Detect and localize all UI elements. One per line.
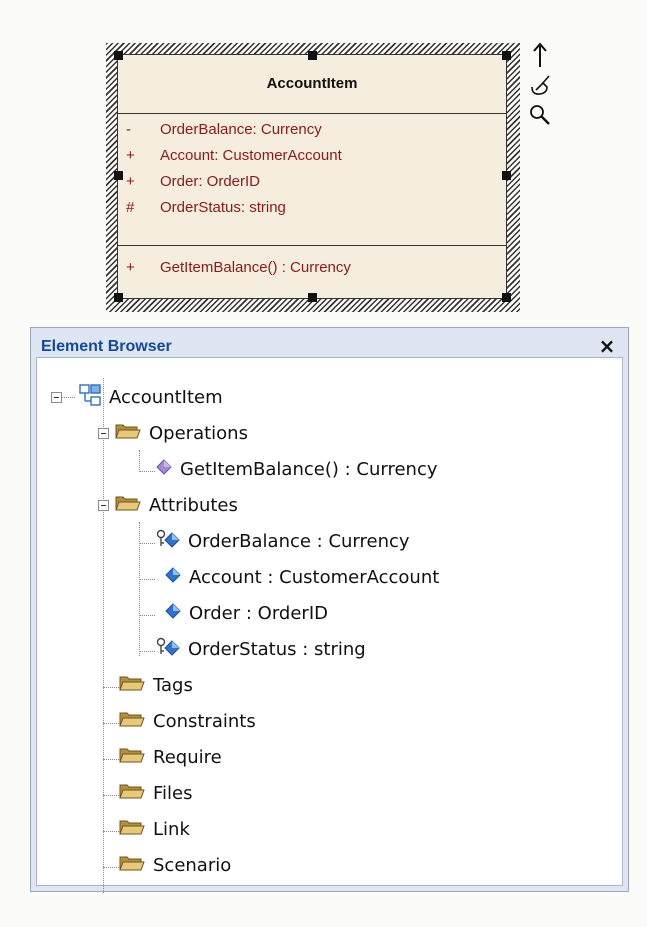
- class-name: AccountItem: [266, 75, 358, 92]
- visibility-marker: +: [126, 147, 135, 164]
- tree-item-attribute[interactable]: Order : OrderID: [165, 596, 328, 630]
- tree-item-label: AccountItem: [109, 386, 223, 408]
- folder-icon: [115, 494, 141, 517]
- visibility-marker: -: [126, 121, 131, 138]
- class-attributes: - OrderBalance: Currency + Account: Cust…: [118, 117, 506, 221]
- folder-icon: [119, 674, 145, 697]
- divider: [118, 245, 506, 246]
- visibility-marker: +: [126, 173, 135, 190]
- folder-icon: [115, 422, 141, 445]
- attribute-text: Account: CustomerAccount: [160, 147, 342, 164]
- tree-item-label: Require: [153, 746, 222, 768]
- tree-item-label: Operations: [149, 422, 248, 444]
- element-browser-panel: Element Browser × AccountItem Operations…: [30, 327, 629, 893]
- tree-line: [61, 397, 75, 398]
- tree-item-label: GetItemBalance() : Currency: [180, 458, 438, 480]
- folder-icon: [119, 710, 145, 733]
- class-element[interactable]: AccountItem - OrderBalance: Currency + A…: [106, 43, 520, 312]
- tree-folder-constraints[interactable]: Constraints: [119, 704, 256, 738]
- resize-handle[interactable]: [114, 51, 123, 60]
- tree-item-label: Scenario: [153, 854, 232, 876]
- attribute-icon: [165, 602, 181, 624]
- class-operations: + GetItemBalance() : Currency: [118, 255, 506, 281]
- tree-line: [139, 471, 155, 472]
- tree-line: [103, 759, 119, 760]
- panel-title: Element Browser: [41, 338, 172, 355]
- quick-toolbar: [525, 40, 555, 130]
- tree-item-attribute[interactable]: Account : CustomerAccount: [165, 560, 439, 594]
- tree-line: [139, 615, 155, 616]
- tree-line: [139, 450, 140, 472]
- tree-item-operation[interactable]: GetItemBalance() : Currency: [156, 452, 438, 486]
- operation-icon: [156, 458, 172, 480]
- resize-handle[interactable]: [114, 293, 123, 302]
- tree-line: [103, 795, 119, 796]
- tree-item-label: OrderStatus : string: [188, 638, 366, 660]
- tree-item-attribute[interactable]: OrderBalance : Currency: [156, 524, 410, 558]
- element-tree: AccountItem Operations GetItemBalance() …: [36, 357, 623, 893]
- tree-line: [103, 867, 119, 868]
- tree-line: [139, 579, 155, 580]
- folder-icon: [119, 782, 145, 805]
- tree-item-label: OrderBalance : Currency: [188, 530, 410, 552]
- class-icon: [79, 383, 101, 411]
- tree-item-label: Order : OrderID: [189, 602, 328, 624]
- tree-item-label: Constraints: [153, 710, 256, 732]
- attribute-text: OrderStatus: string: [160, 199, 286, 216]
- arrow-up-icon[interactable]: [525, 40, 555, 70]
- paint-brush-icon[interactable]: [525, 70, 555, 100]
- tree-item-label: Link: [153, 818, 190, 840]
- key-attribute-icon: [156, 529, 180, 554]
- class-box[interactable]: AccountItem - OrderBalance: Currency + A…: [117, 54, 507, 299]
- tree-folder-scenario[interactable]: Scenario: [119, 848, 231, 882]
- collapse-toggle[interactable]: [98, 500, 109, 511]
- tree-folder-tags[interactable]: Tags: [119, 668, 193, 702]
- resize-handle[interactable]: [502, 293, 511, 302]
- tree-line: [103, 378, 104, 893]
- resize-handle[interactable]: [114, 171, 123, 180]
- tree-line: [139, 543, 155, 544]
- tree-folder-attributes[interactable]: Attributes: [115, 488, 238, 522]
- resize-handle[interactable]: [308, 293, 317, 302]
- resize-handle[interactable]: [308, 51, 317, 60]
- visibility-marker: #: [126, 199, 135, 216]
- tree-line: [103, 831, 119, 832]
- collapse-toggle[interactable]: [51, 392, 62, 403]
- tree-line: [139, 651, 155, 652]
- tree-item-label: Attributes: [149, 494, 238, 516]
- collapse-toggle[interactable]: [98, 428, 109, 439]
- tree-item-label: Account : CustomerAccount: [189, 566, 440, 588]
- tree-root-accountitem[interactable]: AccountItem: [79, 380, 223, 414]
- tree-line: [103, 687, 119, 688]
- class-attribute[interactable]: + Order: OrderID: [118, 169, 506, 195]
- folder-icon: [119, 854, 145, 877]
- key-attribute-icon: [156, 637, 180, 662]
- folder-icon: [119, 746, 145, 769]
- attribute-icon: [165, 566, 181, 588]
- resize-handle[interactable]: [502, 171, 511, 180]
- attribute-text: OrderBalance: Currency: [160, 121, 322, 138]
- tree-item-label: Tags: [153, 674, 193, 696]
- folder-icon: [119, 818, 145, 841]
- tree-folder-link[interactable]: Link: [119, 812, 190, 846]
- class-attribute[interactable]: + Account: CustomerAccount: [118, 143, 506, 169]
- class-attribute[interactable]: # OrderStatus: string: [118, 195, 506, 221]
- tree-item-attribute[interactable]: OrderStatus : string: [156, 632, 366, 666]
- attribute-text: Order: OrderID: [160, 173, 261, 190]
- tree-folder-require[interactable]: Require: [119, 740, 222, 774]
- resize-handle[interactable]: [502, 51, 511, 60]
- class-attribute[interactable]: - OrderBalance: Currency: [118, 117, 506, 143]
- tree-folder-files[interactable]: Files: [119, 776, 193, 810]
- magnifier-icon[interactable]: [525, 100, 555, 130]
- visibility-marker: +: [126, 259, 135, 276]
- operation-text: GetItemBalance() : Currency: [160, 259, 351, 276]
- tree-line: [103, 723, 119, 724]
- close-icon[interactable]: ×: [596, 335, 618, 357]
- divider: [118, 113, 506, 114]
- class-operation[interactable]: + GetItemBalance() : Currency: [118, 255, 506, 281]
- tree-folder-operations[interactable]: Operations: [115, 416, 248, 450]
- tree-item-label: Files: [153, 782, 193, 804]
